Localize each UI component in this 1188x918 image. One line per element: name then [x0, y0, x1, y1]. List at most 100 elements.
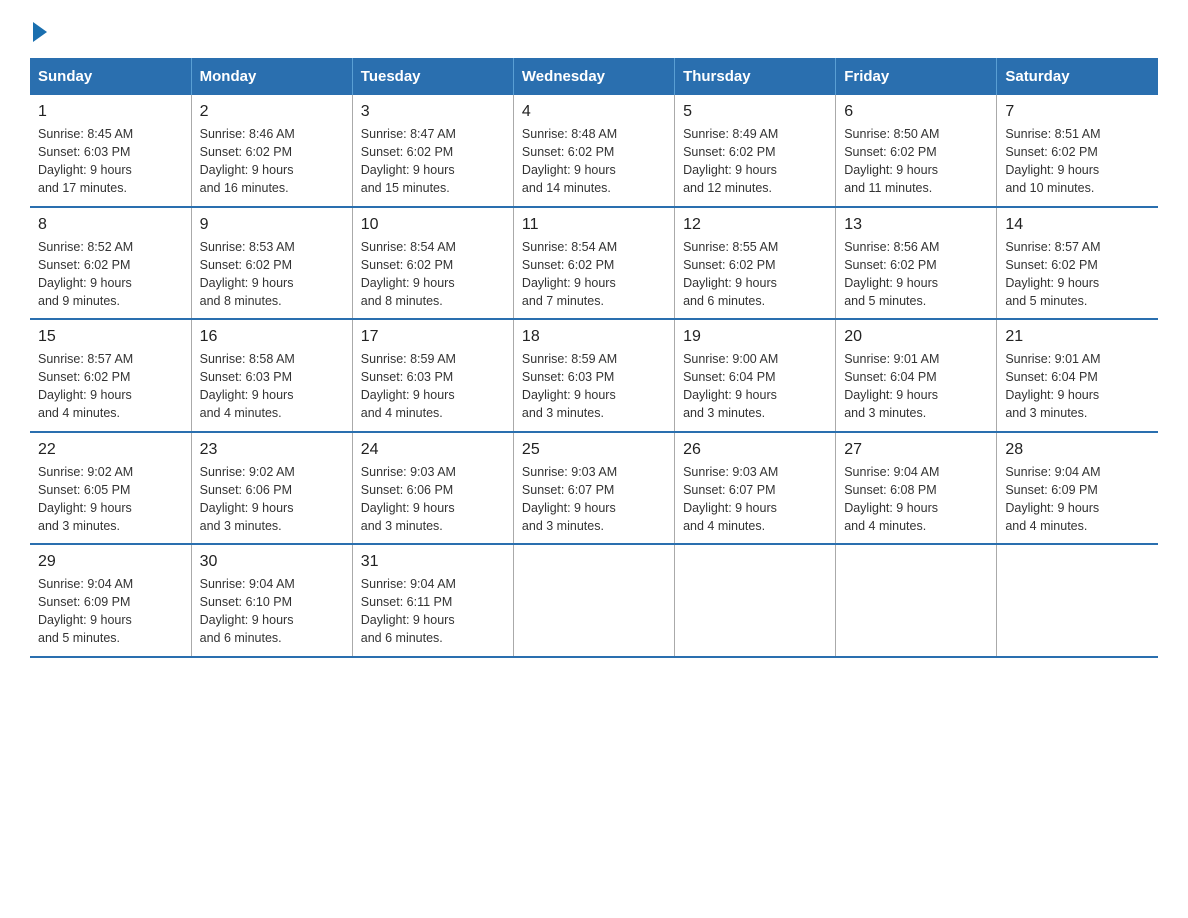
calendar-header: SundayMondayTuesdayWednesdayThursdayFrid… — [30, 58, 1158, 95]
day-number: 21 — [1005, 328, 1150, 346]
day-number: 24 — [361, 441, 505, 459]
day-number: 19 — [683, 328, 827, 346]
day-info: Sunrise: 9:01 AMSunset: 6:04 PMDaylight:… — [844, 350, 988, 423]
day-info: Sunrise: 9:04 AMSunset: 6:09 PMDaylight:… — [1005, 463, 1150, 536]
calendar-cell: 21 Sunrise: 9:01 AMSunset: 6:04 PMDayligh… — [997, 319, 1158, 432]
day-number: 14 — [1005, 216, 1150, 234]
calendar-cell — [836, 544, 997, 657]
calendar-cell — [513, 544, 674, 657]
day-number: 12 — [683, 216, 827, 234]
calendar-cell: 14Sunrise: 8:57 AMSunset: 6:02 PMDayligh… — [997, 207, 1158, 320]
calendar-cell: 29 Sunrise: 9:04 AMSunset: 6:09 PMDayligh… — [30, 544, 191, 657]
day-info: Sunrise: 8:51 AMSunset: 6:02 PMDaylight:… — [1005, 125, 1150, 198]
week-row-3: 15 Sunrise: 8:57 AMSunset: 6:02 PMDayligh… — [30, 319, 1158, 432]
calendar-cell: 11 Sunrise: 8:54 AMSunset: 6:02 PMDayligh… — [513, 207, 674, 320]
day-number: 15 — [38, 328, 183, 346]
day-number: 27 — [844, 441, 988, 459]
calendar-cell: 6 Sunrise: 8:50 AMSunset: 6:02 PMDaylight… — [836, 95, 997, 207]
week-row-4: 22 Sunrise: 9:02 AMSunset: 6:05 PMDayligh… — [30, 432, 1158, 545]
logo — [30, 20, 47, 38]
day-number: 6 — [844, 103, 988, 121]
day-number: 5 — [683, 103, 827, 121]
calendar-cell: 10 Sunrise: 8:54 AMSunset: 6:02 PMDayligh… — [352, 207, 513, 320]
calendar-cell: 15 Sunrise: 8:57 AMSunset: 6:02 PMDayligh… — [30, 319, 191, 432]
header-cell-sunday: Sunday — [30, 58, 191, 95]
day-info: Sunrise: 8:53 AMSunset: 6:02 PMDaylight:… — [200, 238, 344, 311]
day-number: 11 — [522, 216, 666, 234]
day-info: Sunrise: 9:03 AMSunset: 6:07 PMDaylight:… — [683, 463, 827, 536]
header-cell-tuesday: Tuesday — [352, 58, 513, 95]
header-cell-friday: Friday — [836, 58, 997, 95]
day-info: Sunrise: 9:02 AMSunset: 6:06 PMDaylight:… — [200, 463, 344, 536]
calendar-cell: 18 Sunrise: 8:59 AMSunset: 6:03 PMDayligh… — [513, 319, 674, 432]
day-info: Sunrise: 9:04 AMSunset: 6:11 PMDaylight:… — [361, 575, 505, 648]
day-info: Sunrise: 9:00 AMSunset: 6:04 PMDaylight:… — [683, 350, 827, 423]
header-row: SundayMondayTuesdayWednesdayThursdayFrid… — [30, 58, 1158, 95]
page-header — [30, 20, 1158, 38]
calendar-cell: 25Sunrise: 9:03 AMSunset: 6:07 PMDayligh… — [513, 432, 674, 545]
day-number: 2 — [200, 103, 344, 121]
logo-arrow-icon — [33, 22, 47, 42]
day-number: 31 — [361, 553, 505, 571]
calendar-cell: 4Sunrise: 8:48 AMSunset: 6:02 PMDaylight… — [513, 95, 674, 207]
day-number: 20 — [844, 328, 988, 346]
day-number: 1 — [38, 103, 183, 121]
week-row-5: 29 Sunrise: 9:04 AMSunset: 6:09 PMDayligh… — [30, 544, 1158, 657]
calendar-cell: 28 Sunrise: 9:04 AMSunset: 6:09 PMDayligh… — [997, 432, 1158, 545]
calendar-cell: 16 Sunrise: 8:58 AMSunset: 6:03 PMDayligh… — [191, 319, 352, 432]
day-info: Sunrise: 8:54 AMSunset: 6:02 PMDaylight:… — [361, 238, 505, 311]
day-info: Sunrise: 8:59 AMSunset: 6:03 PMDaylight:… — [522, 350, 666, 423]
day-info: Sunrise: 8:55 AMSunset: 6:02 PMDaylight:… — [683, 238, 827, 311]
day-info: Sunrise: 8:50 AMSunset: 6:02 PMDaylight:… — [844, 125, 988, 198]
calendar-cell: 17 Sunrise: 8:59 AMSunset: 6:03 PMDayligh… — [352, 319, 513, 432]
day-number: 26 — [683, 441, 827, 459]
day-number: 28 — [1005, 441, 1150, 459]
day-number: 3 — [361, 103, 505, 121]
calendar-cell: 2 Sunrise: 8:46 AMSunset: 6:02 PMDaylight… — [191, 95, 352, 207]
day-info: Sunrise: 8:54 AMSunset: 6:02 PMDaylight:… — [522, 238, 666, 311]
calendar-cell: 22 Sunrise: 9:02 AMSunset: 6:05 PMDayligh… — [30, 432, 191, 545]
day-info: Sunrise: 8:49 AMSunset: 6:02 PMDaylight:… — [683, 125, 827, 198]
day-number: 9 — [200, 216, 344, 234]
logo-top — [30, 20, 47, 42]
header-cell-monday: Monday — [191, 58, 352, 95]
calendar-table: SundayMondayTuesdayWednesdayThursdayFrid… — [30, 58, 1158, 658]
calendar-cell: 27 Sunrise: 9:04 AMSunset: 6:08 PMDayligh… — [836, 432, 997, 545]
day-number: 22 — [38, 441, 183, 459]
day-info: Sunrise: 8:46 AMSunset: 6:02 PMDaylight:… — [200, 125, 344, 198]
day-number: 18 — [522, 328, 666, 346]
calendar-cell: 12 Sunrise: 8:55 AMSunset: 6:02 PMDayligh… — [675, 207, 836, 320]
header-cell-saturday: Saturday — [997, 58, 1158, 95]
day-number: 23 — [200, 441, 344, 459]
calendar-cell: 26 Sunrise: 9:03 AMSunset: 6:07 PMDayligh… — [675, 432, 836, 545]
day-info: Sunrise: 8:48 AMSunset: 6:02 PMDaylight:… — [522, 125, 666, 198]
day-number: 10 — [361, 216, 505, 234]
day-info: Sunrise: 9:03 AMSunset: 6:06 PMDaylight:… — [361, 463, 505, 536]
day-info: Sunrise: 9:02 AMSunset: 6:05 PMDaylight:… — [38, 463, 183, 536]
day-number: 17 — [361, 328, 505, 346]
calendar-cell: 24 Sunrise: 9:03 AMSunset: 6:06 PMDayligh… — [352, 432, 513, 545]
day-info: Sunrise: 8:47 AMSunset: 6:02 PMDaylight:… — [361, 125, 505, 198]
calendar-cell: 7Sunrise: 8:51 AMSunset: 6:02 PMDaylight… — [997, 95, 1158, 207]
day-number: 8 — [38, 216, 183, 234]
day-info: Sunrise: 9:04 AMSunset: 6:10 PMDaylight:… — [200, 575, 344, 648]
day-info: Sunrise: 9:01 AMSunset: 6:04 PMDaylight:… — [1005, 350, 1150, 423]
day-info: Sunrise: 8:45 AMSunset: 6:03 PMDaylight:… — [38, 125, 183, 198]
day-info: Sunrise: 8:59 AMSunset: 6:03 PMDaylight:… — [361, 350, 505, 423]
day-info: Sunrise: 9:04 AMSunset: 6:09 PMDaylight:… — [38, 575, 183, 648]
calendar-cell — [997, 544, 1158, 657]
calendar-cell: 5 Sunrise: 8:49 AMSunset: 6:02 PMDaylight… — [675, 95, 836, 207]
calendar-cell: 30Sunrise: 9:04 AMSunset: 6:10 PMDayligh… — [191, 544, 352, 657]
day-info: Sunrise: 8:57 AMSunset: 6:02 PMDaylight:… — [38, 350, 183, 423]
day-number: 16 — [200, 328, 344, 346]
calendar-cell: 31 Sunrise: 9:04 AMSunset: 6:11 PMDayligh… — [352, 544, 513, 657]
calendar-cell: 3 Sunrise: 8:47 AMSunset: 6:02 PMDaylight… — [352, 95, 513, 207]
calendar-cell: 13Sunrise: 8:56 AMSunset: 6:02 PMDayligh… — [836, 207, 997, 320]
calendar-cell: 19 Sunrise: 9:00 AMSunset: 6:04 PMDayligh… — [675, 319, 836, 432]
day-info: Sunrise: 9:04 AMSunset: 6:08 PMDaylight:… — [844, 463, 988, 536]
day-info: Sunrise: 8:58 AMSunset: 6:03 PMDaylight:… — [200, 350, 344, 423]
week-row-2: 8 Sunrise: 8:52 AMSunset: 6:02 PMDaylight… — [30, 207, 1158, 320]
header-cell-thursday: Thursday — [675, 58, 836, 95]
day-number: 29 — [38, 553, 183, 571]
day-info: Sunrise: 8:52 AMSunset: 6:02 PMDaylight:… — [38, 238, 183, 311]
